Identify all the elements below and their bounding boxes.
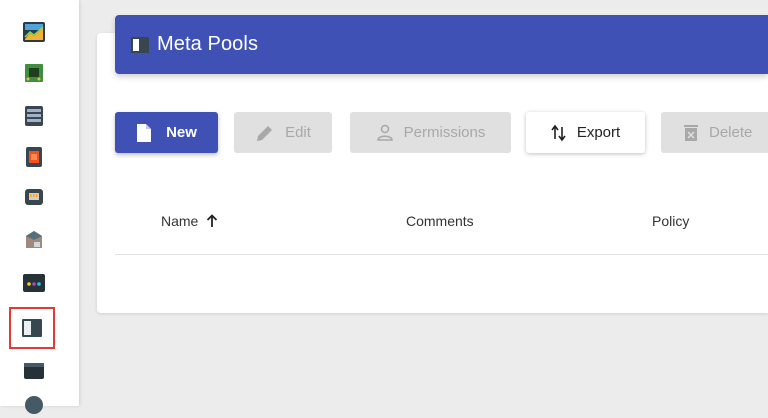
sidebar-item-meta-pools[interactable]: [9, 307, 55, 349]
export-button[interactable]: Export: [526, 112, 645, 153]
table-divider: [115, 254, 768, 255]
ethernet-port-icon: [25, 189, 43, 205]
sidebar-item-dashboard[interactable]: [17, 19, 51, 45]
meta-pools-icon: [22, 319, 42, 337]
sort-ascending-icon: [206, 214, 218, 228]
sort-arrows-icon: [551, 124, 566, 141]
edit-button[interactable]: Edit: [234, 112, 332, 153]
sidebar-item-storage[interactable]: [17, 103, 51, 129]
firewall-icon: [26, 147, 42, 167]
page-title: Meta Pools: [157, 33, 259, 55]
sidebar-item-firewall[interactable]: [17, 144, 51, 170]
meta-pools-icon: [131, 36, 149, 53]
sidebar-item-hardware[interactable]: [17, 60, 51, 86]
card-header: Meta Pools: [115, 15, 768, 74]
pencil-icon: [257, 125, 273, 141]
sidebar-item-console[interactable]: [17, 270, 51, 296]
sidebar-item-network[interactable]: [17, 185, 51, 211]
sidebar: [0, 0, 79, 414]
console-icon: [23, 274, 45, 292]
chip-icon: [25, 64, 43, 82]
column-header-comments[interactable]: Comments: [406, 213, 474, 229]
delete-button[interactable]: Delete: [661, 112, 768, 153]
content-card: [97, 33, 768, 313]
sidebar-item-folders[interactable]: [17, 357, 51, 383]
clock-icon: [25, 396, 43, 414]
sidebar-item-services[interactable]: [17, 227, 51, 253]
person-icon: [376, 124, 393, 141]
server-icon: [25, 106, 43, 126]
new-document-icon: [137, 123, 152, 142]
new-button[interactable]: New: [115, 112, 218, 153]
folder-icon: [24, 363, 44, 379]
box-icon: [26, 231, 42, 248]
column-header-policy[interactable]: Policy: [652, 213, 689, 229]
sidebar-item-more[interactable]: [17, 392, 51, 418]
dashboard-icon: [23, 22, 45, 42]
permissions-button[interactable]: Permissions: [350, 112, 511, 153]
trash-icon: [684, 124, 698, 141]
column-header-name[interactable]: Name: [161, 213, 218, 229]
